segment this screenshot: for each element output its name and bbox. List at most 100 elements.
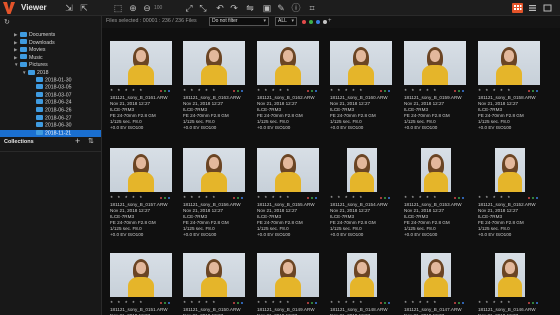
color-label-dot[interactable] — [462, 302, 464, 304]
color-label-dot[interactable] — [388, 197, 390, 199]
color-label-dot[interactable] — [315, 302, 317, 304]
collapse-icon[interactable]: ⤡ — [198, 3, 208, 13]
photo-cell[interactable]: ★ ★ ★ ★ ★ 181121_sony_B_0159.ARW Nov 21, 2… — [404, 41, 476, 141]
photo-cell[interactable]: ★ ★ ★ ★ ★ 181121_sony_B_0156.ARW Nov 21, 2… — [183, 148, 255, 248]
color-label-dots[interactable] — [380, 301, 392, 306]
color-label-dot[interactable] — [536, 90, 538, 92]
add-filter-icon[interactable]: + — [328, 18, 332, 24]
photo-cell[interactable]: ★ ★ ★ ★ ★ 181121_sony_B_0160.ARW Nov 21, 2… — [330, 41, 402, 141]
photo-cell[interactable]: ★ ★ ★ ★ ★ 181121_sony_B_0158.ARW Nov 21, 2… — [478, 41, 550, 141]
rating-stars[interactable]: ★ ★ ★ ★ ★ — [404, 88, 476, 93]
color-label-dot[interactable] — [380, 302, 382, 304]
folder-2018-06-26[interactable]: 2018-06-26 — [30, 107, 72, 114]
color-label-dots[interactable] — [160, 301, 172, 306]
color-label-dot[interactable] — [454, 90, 456, 92]
color-label-dot[interactable] — [160, 302, 162, 304]
color-label-dot[interactable] — [532, 197, 534, 199]
color-label-dot[interactable] — [454, 197, 456, 199]
filter-dropdown[interactable]: Do not filter ▾ — [209, 17, 269, 26]
folder-2018-01-30[interactable]: 2018-01-30 — [30, 76, 72, 84]
color-label-dot[interactable] — [384, 90, 386, 92]
color-label-dot[interactable] — [241, 197, 243, 199]
rotate-right-icon[interactable]: ↷ — [229, 3, 239, 13]
color-label-dots[interactable] — [307, 196, 319, 201]
color-label-dot[interactable] — [164, 197, 166, 199]
color-label-dot[interactable] — [164, 302, 166, 304]
rating-stars[interactable]: ★ ★ ★ ★ ★ — [478, 300, 550, 305]
photo-thumbnail[interactable] — [495, 148, 525, 192]
photo-cell[interactable]: ★ ★ ★ ★ ★ 181121_sony_B_0152.ARW Nov 21, 2… — [478, 148, 550, 248]
color-label-dot[interactable] — [458, 90, 460, 92]
color-label-dot[interactable] — [233, 197, 235, 199]
color-label-dot[interactable] — [237, 302, 239, 304]
rating-stars[interactable]: ★ ★ ★ ★ ★ — [478, 88, 550, 93]
folder-documents[interactable]: ▶ Documents — [14, 31, 55, 38]
color-label-dot[interactable] — [536, 197, 538, 199]
photo-cell[interactable]: ★ ★ ★ ★ ★ 181121_sony_B_0149.ARWNov 21, 2… — [257, 253, 329, 315]
color-label-dot[interactable] — [307, 90, 309, 92]
photo-thumbnail[interactable] — [183, 41, 245, 85]
rating-stars[interactable]: ★ ★ ★ ★ ★ — [330, 195, 402, 200]
color-label-dots[interactable] — [380, 196, 392, 201]
crop-icon[interactable]: ⌗ — [307, 3, 317, 13]
color-label-dots[interactable] — [233, 89, 245, 94]
rating-stars[interactable]: ★ ★ ★ ★ ★ — [183, 195, 255, 200]
rating-stars[interactable]: ★ ★ ★ ★ ★ — [330, 300, 402, 305]
color-label-dot[interactable] — [168, 90, 170, 92]
rating-stars[interactable]: ★ ★ ★ ★ ★ — [110, 300, 182, 305]
color-label-dot[interactable] — [384, 197, 386, 199]
photo-cell[interactable]: ★ ★ ★ ★ ★ 181121_sony_B_0162.ARW Nov 21, 2… — [257, 41, 329, 141]
color-label-dot[interactable] — [458, 302, 460, 304]
folder-2018-06-24[interactable]: 2018-06-24 — [30, 99, 72, 106]
rating-stars[interactable]: ★ ★ ★ ★ ★ — [257, 88, 329, 93]
color-label-dots[interactable] — [528, 196, 540, 201]
fit-icon[interactable]: ⬚ — [113, 3, 123, 13]
import-icon[interactable]: ⇲ — [64, 3, 74, 13]
photo-thumbnail[interactable] — [404, 41, 466, 85]
color-label-dot[interactable] — [311, 302, 313, 304]
color-label-dot[interactable] — [311, 90, 313, 92]
color-label-dots[interactable] — [380, 89, 392, 94]
photo-thumbnail[interactable] — [347, 253, 377, 297]
color-label-dot[interactable] — [302, 20, 306, 24]
color-label-dot[interactable] — [233, 302, 235, 304]
sort-collections-icon[interactable]: ⇅ — [88, 137, 94, 145]
color-label-dots[interactable] — [528, 301, 540, 306]
photo-thumbnail[interactable] — [257, 41, 319, 85]
photo-cell[interactable]: ★ ★ ★ ★ ★ 181121_sony_B_0146.ARWNov 21, 2… — [478, 253, 550, 315]
rating-stars[interactable]: ★ ★ ★ ★ ★ — [110, 195, 182, 200]
folder-2018[interactable]: ▼ 2018 — [22, 69, 49, 76]
zoom-in-icon[interactable]: ⊕ — [128, 3, 138, 13]
folder-2018-11-21[interactable]: 2018-11-21 — [0, 129, 101, 137]
color-label-dot[interactable] — [462, 90, 464, 92]
export-icon[interactable]: ⇱ — [79, 3, 89, 13]
color-label-dot[interactable] — [454, 302, 456, 304]
photo-cell[interactable]: ★ ★ ★ ★ ★ 181121_sony_B_0150.ARWNov 21, 2… — [183, 253, 255, 315]
color-label-dot[interactable] — [168, 197, 170, 199]
folder-pictures[interactable]: ▼ Pictures — [14, 61, 48, 68]
photo-thumbnail[interactable] — [183, 253, 245, 297]
photo-thumbnail[interactable] — [110, 253, 172, 297]
rating-dropdown[interactable]: ALL ▾ — [275, 17, 297, 26]
folder-movies[interactable]: ▶ Movies — [14, 46, 45, 53]
rating-stars[interactable]: ★ ★ ★ ★ ★ — [330, 88, 402, 93]
color-label-dot[interactable] — [233, 90, 235, 92]
photo-thumbnail[interactable] — [347, 148, 377, 192]
folder-2018-06-30[interactable]: 2018-06-30 — [30, 122, 72, 129]
color-label-dot[interactable] — [380, 90, 382, 92]
photo-cell[interactable]: ★ ★ ★ ★ ★ 181121_sony_B_0155.ARW Nov 21, 2… — [257, 148, 329, 248]
photo-thumbnail[interactable] — [110, 148, 172, 192]
color-label-dots[interactable] — [528, 89, 540, 94]
folder-2018-03-07[interactable]: 2018-03-07 — [30, 91, 72, 99]
rating-stars[interactable]: ★ ★ ★ ★ ★ — [257, 195, 329, 200]
refresh-icon[interactable]: ↻ — [4, 18, 10, 26]
folder-downloads[interactable]: ▶ Downloads — [14, 39, 55, 46]
rating-stars[interactable]: ★ ★ ★ ★ ★ — [183, 88, 255, 93]
photo-thumbnail[interactable] — [110, 41, 172, 85]
color-label-dot[interactable] — [532, 90, 534, 92]
color-label-dots[interactable] — [307, 301, 319, 306]
list-view-icon[interactable] — [527, 3, 538, 13]
color-label-dots[interactable] — [160, 89, 172, 94]
photo-cell[interactable]: ★ ★ ★ ★ ★ 181121_sony_B_0148.ARWNov 21, 2… — [330, 253, 402, 315]
photo-cell[interactable]: ★ ★ ★ ★ ★ 181121_sony_B_0147.ARWNov 21, 2… — [404, 253, 476, 315]
